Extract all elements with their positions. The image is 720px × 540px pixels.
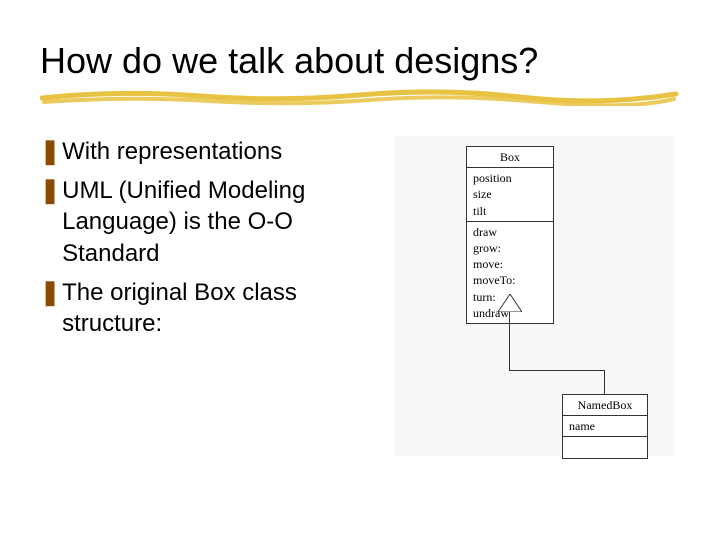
uml-class-name: NamedBox [563,395,647,416]
uml-class-name: Box [467,147,553,168]
bullet-icon: ❚ [40,136,60,167]
uml-attributes: name [563,416,647,437]
bullet-item: ❚ The original Box class structure: [40,277,370,339]
connector-line [604,370,605,394]
uml-methods [563,437,647,457]
inheritance-arrow-icon [498,294,522,312]
uml-diagram: Box position size tilt draw grow: move: … [394,136,674,456]
uml-class-namedbox: NamedBox name [562,394,648,459]
bullet-item: ❚ With representations [40,136,370,167]
title-underline [40,88,680,106]
uml-attributes: position size tilt [467,168,553,222]
connector-line [509,312,510,370]
connector-line [509,370,604,371]
bullet-text: The original Box class structure: [62,277,370,339]
bullet-text: UML (Unified Modeling Language) is the O… [62,175,370,269]
content-row: ❚ With representations ❚ UML (Unified Mo… [40,136,690,456]
bullet-item: ❚ UML (Unified Modeling Language) is the… [40,175,370,269]
slide: How do we talk about designs? ❚ With rep… [0,0,720,540]
slide-title: How do we talk about designs? [40,40,690,82]
bullet-text: With representations [62,136,370,167]
bullet-icon: ❚ [40,277,60,339]
bullet-list: ❚ With representations ❚ UML (Unified Mo… [40,136,370,347]
bullet-icon: ❚ [40,175,60,269]
